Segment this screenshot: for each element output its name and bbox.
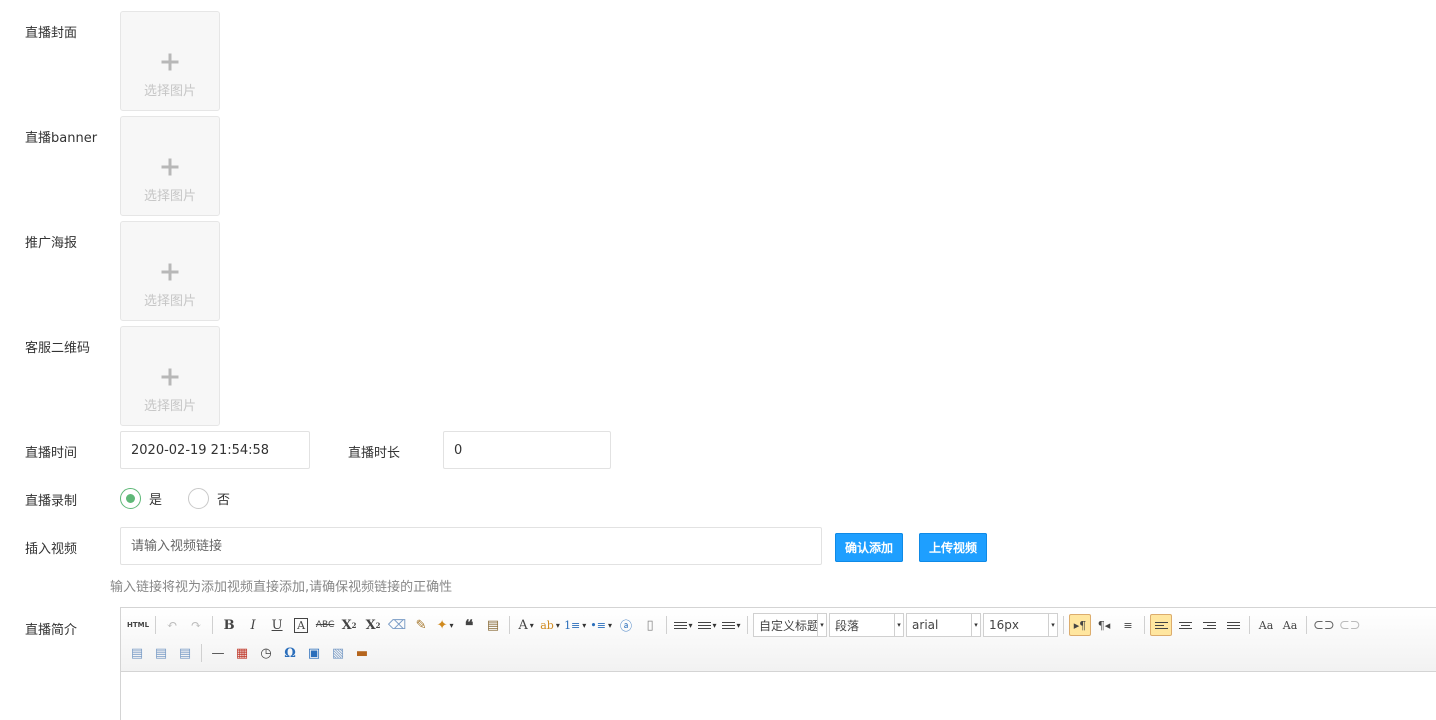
align-right-icon[interactable] (1198, 614, 1220, 636)
rich-text-editor: HTML ↶ ↷ B I U A ABC X2 X2 ⌫ ✎ ✦ ▾ ❝ ▤ A ▾… (120, 607, 1436, 720)
toolbar-separator (1063, 616, 1065, 634)
lowercase-icon[interactable]: Aa (1279, 614, 1301, 636)
paragraph-select[interactable]: 段落 ▾ (829, 613, 905, 637)
radio-label: 否 (217, 493, 231, 508)
insert-image-icon[interactable]: ▬ (351, 642, 373, 664)
align-left-icon[interactable] (1150, 614, 1173, 636)
banner-label: 直播banner (25, 131, 98, 146)
line-height-icon[interactable]: ▾ (720, 614, 742, 636)
font-border-icon[interactable]: A (290, 614, 312, 636)
plus-icon (161, 158, 179, 176)
image-right-icon[interactable]: ▤ (150, 642, 172, 664)
superscript-icon[interactable]: X2 (338, 614, 360, 636)
clear-doc-icon[interactable]: ▯ (639, 614, 661, 636)
cover-label: 直播封面 (25, 26, 78, 41)
radio-label: 是 (149, 493, 163, 508)
bold-icon[interactable]: B (218, 614, 240, 636)
poster-upload[interactable]: 选择图片 (120, 221, 220, 321)
background-color-icon[interactable]: ab ▾ (539, 614, 561, 636)
unlink-icon[interactable]: ⊂⊃ (1338, 614, 1362, 636)
row-spacing-bottom-icon[interactable]: ▾ (696, 614, 718, 636)
cover-upload[interactable]: 选择图片 (120, 11, 220, 111)
video-hint: 输入链接将视为添加视频直接添加,请确保视频链接的正确性 (110, 580, 453, 595)
search-replace-icon[interactable]: ▣ (303, 642, 325, 664)
redo-icon[interactable]: ↷ (185, 614, 207, 636)
align-justify-icon[interactable] (1222, 614, 1244, 636)
toolbar-separator (1144, 616, 1146, 634)
indent-icon[interactable]: ≡ (1117, 614, 1139, 636)
toolbar-separator (201, 644, 202, 662)
special-char-icon[interactable]: Ω (279, 642, 301, 664)
toolbar-row-1: HTML ↶ ↷ B I U A ABC X2 X2 ⌫ ✎ ✦ ▾ ❝ ▤ A ▾… (125, 612, 1363, 638)
radio-checked-icon (120, 488, 141, 509)
editor-toolbar: HTML ↶ ↷ B I U A ABC X2 X2 ⌫ ✎ ✦ ▾ ❝ ▤ A ▾… (121, 608, 1436, 672)
duration-label: 直播时长 (348, 446, 401, 461)
time-clock-icon[interactable]: ◷ (255, 642, 277, 664)
custom-heading-select[interactable]: 自定义标题 ▾ (753, 613, 828, 637)
time-input[interactable] (120, 431, 310, 469)
qrcode-upload[interactable]: 选择图片 (120, 326, 220, 426)
qrcode-label: 客服二维码 (25, 341, 91, 356)
link-icon[interactable]: ⊂⊃ (1312, 614, 1336, 636)
radio-unchecked-icon (188, 488, 209, 509)
ordered-list-icon[interactable]: 1≡ ▾ (563, 614, 587, 636)
time-label: 直播时间 (25, 446, 78, 461)
html-source-button[interactable]: HTML (126, 614, 150, 636)
align-center-icon[interactable] (1174, 614, 1196, 636)
direction-ltr-icon[interactable]: ▸¶ (1069, 614, 1092, 636)
image-center-icon[interactable]: ▤ (174, 642, 196, 664)
date-icon[interactable]: ▦ (231, 642, 253, 664)
unordered-list-icon[interactable]: •≡ ▾ (589, 614, 613, 636)
plus-icon (161, 368, 179, 386)
row-spacing-top-icon[interactable]: ▾ (672, 614, 694, 636)
auto-format-icon[interactable]: ✦ ▾ (434, 614, 456, 636)
toolbar-separator (1249, 616, 1251, 634)
plus-icon (161, 53, 179, 71)
undo-icon[interactable]: ↶ (161, 614, 183, 636)
blockquote-icon[interactable]: ❝ (458, 614, 480, 636)
video-label: 插入视频 (25, 542, 78, 557)
upload-text: 选择图片 (143, 399, 196, 414)
record-label: 直播录制 (25, 494, 78, 509)
toolbar-separator (1306, 616, 1308, 634)
toolbar-separator (509, 616, 511, 634)
toolbar-separator (155, 616, 157, 634)
toolbar-separator (666, 616, 668, 634)
underline-icon[interactable]: U (266, 614, 288, 636)
toolbar-row-2: ▤ ▤ ▤ — ▦ ◷ Ω ▣ ▧ ▬ (125, 640, 374, 666)
poster-label: 推广海报 (25, 236, 78, 251)
upload-text: 选择图片 (143, 189, 196, 204)
word-image-icon[interactable]: ▧ (327, 642, 349, 664)
eraser-icon[interactable]: ⌫ (386, 614, 408, 636)
horizontal-rule-icon[interactable]: — (207, 642, 229, 664)
record-yes-radio[interactable]: 是 (120, 488, 162, 509)
paste-plain-icon[interactable]: ▤ (482, 614, 504, 636)
subscript-icon[interactable]: X2 (362, 614, 384, 636)
italic-icon[interactable]: I (242, 614, 264, 636)
upload-video-button[interactable]: 上传视频 (919, 533, 988, 562)
intro-label: 直播简介 (25, 623, 78, 638)
image-left-icon[interactable]: ▤ (126, 642, 148, 664)
duration-input[interactable] (443, 431, 611, 469)
upload-text: 选择图片 (143, 84, 196, 99)
direction-rtl-icon[interactable]: ¶◂ (1093, 614, 1115, 636)
font-family-select[interactable]: arial ▾ (906, 613, 982, 637)
upload-text: 选择图片 (143, 294, 196, 309)
strikethrough-icon[interactable]: ABC (314, 614, 336, 636)
toolbar-separator (212, 616, 214, 634)
font-color-icon[interactable]: A ▾ (515, 614, 537, 636)
confirm-add-button[interactable]: 确认添加 (835, 533, 904, 562)
video-link-input[interactable] (120, 527, 822, 565)
font-size-select[interactable]: 16px ▾ (983, 613, 1059, 637)
format-brush-icon[interactable]: ✎ (410, 614, 432, 636)
uppercase-icon[interactable]: Aa (1255, 614, 1277, 636)
record-no-radio[interactable]: 否 (188, 488, 230, 509)
plus-icon (161, 263, 179, 281)
select-all-icon[interactable]: ⓐ (615, 614, 637, 636)
toolbar-separator (747, 616, 749, 634)
banner-upload[interactable]: 选择图片 (120, 116, 220, 216)
